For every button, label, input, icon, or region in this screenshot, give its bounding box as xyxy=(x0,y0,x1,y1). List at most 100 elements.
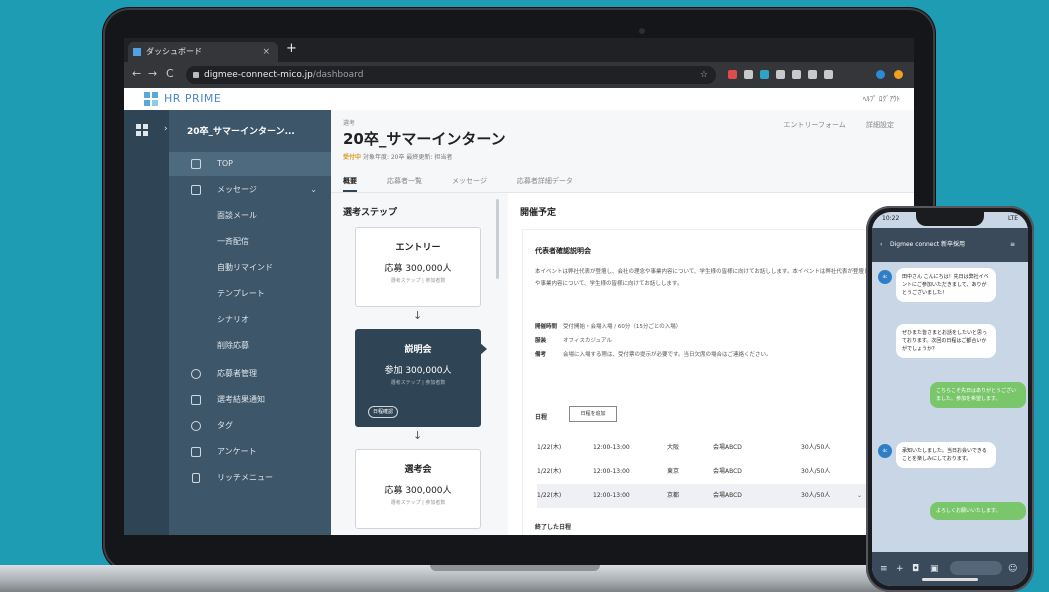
forward-icon[interactable]: → xyxy=(148,68,157,80)
sidebar-item-top[interactable]: TOP xyxy=(169,152,331,176)
browser-tab[interactable]: ダッシュボード × xyxy=(128,42,278,62)
tab-applicant-data[interactable]: 応募者詳細データ xyxy=(517,176,573,190)
add-date-button[interactable]: 日程を追加 xyxy=(569,406,617,422)
row-capacity: 30人/50人 xyxy=(801,444,831,451)
chat-message-incoming: 承知いたしました。当日お会いできることを楽しみにしております。 xyxy=(896,442,996,468)
sidebar-item-label: 自動リマインド xyxy=(217,263,273,272)
sidebar-item-label: リッチメニュー xyxy=(217,473,273,482)
detail-key: 備考 xyxy=(535,352,547,358)
laptop-base xyxy=(0,565,948,592)
emoji-icon[interactable]: ☺ xyxy=(1008,564,1017,574)
step-card-selection[interactable]: 選考会 応募 300,000人 選考ステップ | 参加者数 xyxy=(355,449,481,529)
back-icon[interactable]: ‹ xyxy=(880,228,882,262)
table-row[interactable]: 1/22(木) 12:00-13:00 京都 会場ABCD 30人/50人 ⌄ xyxy=(537,484,914,508)
menu-icon[interactable]: ≡ xyxy=(1010,228,1015,262)
chat-message-incoming: ぜひまた皆さまとお話をしたいと思っております。次回の日程はご都合いかがでしょうか… xyxy=(896,324,996,358)
detail-key: 開催時間 xyxy=(535,324,558,330)
entry-form-button[interactable]: エントリーフォーム xyxy=(783,121,845,129)
chat-header: ‹ Digmee connect 新卒採用 ≡ xyxy=(872,228,1028,262)
sidebar-item-label: 選考結果通知 xyxy=(217,395,265,404)
row-place: 大阪 xyxy=(667,444,680,451)
tab-overview[interactable]: 概要 xyxy=(343,176,357,192)
detail-value: 会場に入場する際は、受付票の提示が必要です。当日欠席の場合はご連絡ください。 xyxy=(563,352,772,358)
extension-icon[interactable] xyxy=(894,70,903,79)
row-date: 1/22(木) xyxy=(537,492,562,499)
row-date: 1/22(木) xyxy=(537,468,562,475)
sidebar-item-tag[interactable]: タグ xyxy=(169,414,331,438)
extension-icon[interactable] xyxy=(776,70,785,79)
row-place: 東京 xyxy=(667,468,680,475)
sidebar-item-label: 削除応募 xyxy=(217,341,249,350)
app-header: HR PRIME ﾍﾙﾌﾟ ﾛｸﾞｱｳﾄ xyxy=(124,88,914,111)
tab-applicants[interactable]: 応募者一覧 xyxy=(387,176,422,190)
address-bar[interactable]: digmee-connect-mico.jp/dashboard ☆ xyxy=(186,66,716,84)
schedule-check-button[interactable]: 日程確認 xyxy=(368,406,398,418)
sidebar-item-message[interactable]: メッセージ ⌄ xyxy=(169,178,331,202)
tag-icon xyxy=(191,421,201,431)
sidebar-subitem[interactable]: 削除応募 xyxy=(169,334,331,358)
row-time: 12:00-13:00 xyxy=(593,468,630,475)
image-icon[interactable]: ▣ xyxy=(930,564,939,574)
laptop-screen: ダッシュボード × + ← → C digmee-connect-mico.jp… xyxy=(124,38,914,535)
home-indicator xyxy=(922,578,978,581)
tab-close-icon[interactable]: × xyxy=(262,42,270,62)
step-sub: 選考ステップ | 参加者数 xyxy=(390,500,446,506)
table-row[interactable]: 1/22(木) 12:00-13:00 東京 会場ABCD 30人/50人 xyxy=(537,460,914,484)
profile-icon[interactable] xyxy=(876,70,885,79)
event-detail: 開催時間 受付開始・会場入場 / 60分（15分ごとの入場） xyxy=(535,322,681,330)
step-card-entry[interactable]: エントリー 応募 300,000人 選考ステップ | 参加者数 xyxy=(355,227,481,307)
sidebar-item-survey[interactable]: アンケート xyxy=(169,440,331,464)
steps-panel: 選考ステップ エントリー 応募 300,000人 選考ステップ | 参加者数 ↓… xyxy=(331,193,501,535)
new-tab-button[interactable]: + xyxy=(286,41,297,56)
project-title[interactable]: 20卒_サマーインターン... xyxy=(187,124,295,137)
sidebar-subitem[interactable]: テンプレート xyxy=(169,282,331,306)
camera-icon[interactable]: ◘ xyxy=(912,564,919,574)
sidebar-item-applicants[interactable]: 応募者管理 xyxy=(169,362,331,386)
sidebar-item-rich-menu[interactable]: リッチメニュー xyxy=(169,466,331,490)
chat-message-outgoing: こちらこそ先日はありがとうございました。参加を希望します。 xyxy=(930,382,1026,408)
sidebar-item-label: 面談メール xyxy=(217,211,257,220)
chat-input[interactable] xyxy=(950,561,1002,575)
back-icon[interactable]: ← xyxy=(132,68,141,80)
extension-icon[interactable] xyxy=(792,70,801,79)
row-venue: 会場ABCD xyxy=(713,492,742,499)
row-place: 京都 xyxy=(667,492,680,499)
sidebar-subitem[interactable]: 自動リマインド xyxy=(169,256,331,280)
menu-icon[interactable]: ≡ xyxy=(880,564,888,574)
row-capacity: 30人/50人 xyxy=(801,492,831,499)
browser-tabbar: ダッシュボード × + xyxy=(124,38,914,62)
plus-icon[interactable]: + xyxy=(896,564,904,574)
sidebar-item-result-notice[interactable]: 選考結果通知 xyxy=(169,388,331,412)
step-card-briefing[interactable]: 説明会 参加 300,000人 選考ステップ | 参加者数 日程確認 xyxy=(355,329,481,427)
settings-button[interactable]: 詳細設定 xyxy=(866,121,894,129)
status-badge: 受付中 xyxy=(343,154,362,161)
step-arrow-icon: ↓ xyxy=(413,429,423,442)
extension-icon[interactable] xyxy=(760,70,769,79)
extension-icon[interactable] xyxy=(808,70,817,79)
apps-grid-icon[interactable] xyxy=(136,124,148,136)
chevron-down-icon[interactable]: ⌄ xyxy=(857,484,862,508)
mobile-icon xyxy=(192,473,200,483)
page-title: 20卒_サマーインターン xyxy=(343,130,506,148)
sidebar-subitem[interactable]: 一斉配信 xyxy=(169,230,331,254)
home-icon xyxy=(191,159,201,169)
dates-label: 日程 xyxy=(535,414,548,421)
extension-icon[interactable] xyxy=(824,70,833,79)
sidebar-subitem[interactable]: 面談メール xyxy=(169,204,331,228)
chevron-right-icon[interactable]: › xyxy=(164,124,168,134)
lock-icon xyxy=(193,72,199,78)
extension-icon[interactable] xyxy=(728,70,737,79)
schedule-heading: 開催予定 xyxy=(520,208,557,218)
bookmark-star-icon[interactable]: ☆ xyxy=(700,66,708,84)
tab-messages[interactable]: メッセージ xyxy=(452,176,487,190)
sidebar-subitem[interactable]: シナリオ xyxy=(169,308,331,332)
table-row[interactable]: 1/22(木) 12:00-13:00 大阪 会場ABCD 30人/50人 xyxy=(537,436,914,460)
step-count: 応募 300,000人 xyxy=(384,264,452,274)
phone-frame: 10:22 LTE ‹ Digmee connect 新卒採用 ≡ dc 田中さ… xyxy=(866,206,1034,592)
extension-icon[interactable] xyxy=(744,70,753,79)
header-links[interactable]: ﾍﾙﾌﾟ ﾛｸﾞｱｳﾄ xyxy=(863,94,900,104)
step-sub: 選考ステップ | 参加者数 xyxy=(390,380,446,386)
reload-icon[interactable]: C xyxy=(166,68,174,80)
steps-scrollbar[interactable] xyxy=(496,199,499,279)
breadcrumb[interactable]: 選考 xyxy=(343,118,355,127)
